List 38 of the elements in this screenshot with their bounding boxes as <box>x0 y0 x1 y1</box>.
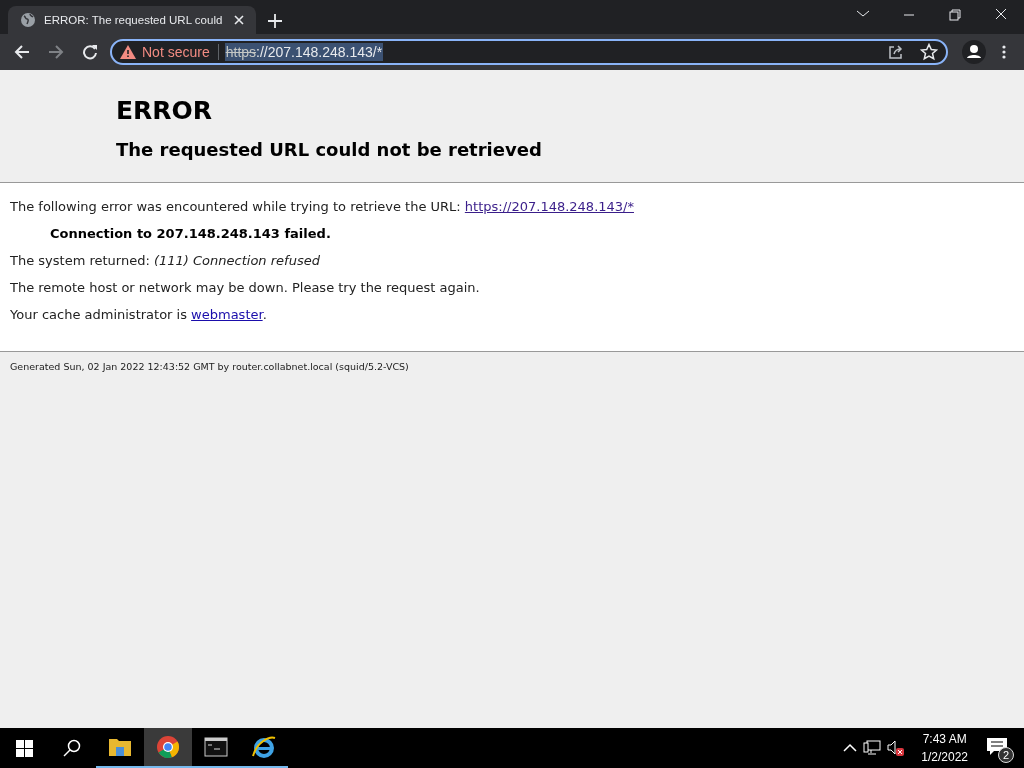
terminal-icon <box>204 737 228 757</box>
profile-icon[interactable] <box>962 40 986 64</box>
chrome-icon <box>156 735 180 759</box>
link[interactable]: https://207.148.248.143/* <box>464 199 634 214</box>
network-icon[interactable] <box>863 740 882 756</box>
text-paragraph: The system returned: (111) Connection refused <box>10 253 321 269</box>
clock-time[interactable]: 7:43 AM <box>922 730 967 748</box>
reload-icon <box>82 44 98 60</box>
notification-button[interactable]: 2 <box>984 733 1014 763</box>
share-icon[interactable] <box>888 44 904 60</box>
error-subtitle: The requested URL could not be retrieved <box>116 139 543 160</box>
browser-tab[interactable]: ERROR: The requested URL could <box>8 6 256 34</box>
forward-arrow-icon <box>48 44 64 60</box>
new-tab-icon[interactable] <box>268 14 282 28</box>
address-field[interactable]: https://207.148.248.143/* <box>224 43 384 61</box>
taskbar-app-button[interactable] <box>144 728 192 768</box>
back-arrow-icon <box>14 44 30 60</box>
text-paragraph: Your cache administrator is webmaster. <box>10 307 268 323</box>
tab-title: ERROR: The requested URL could <box>44 14 224 26</box>
search-icon <box>63 739 81 757</box>
link[interactable]: webmaster <box>191 307 263 322</box>
security-indicator[interactable]: Not secure <box>120 44 219 60</box>
muted-speaker-icon[interactable] <box>887 739 906 757</box>
close-icon[interactable] <box>234 15 244 25</box>
text-paragraph: The following error was encountered while trying to retrieve the URL: https://207.148.248.143/* <box>10 199 635 215</box>
star-icon[interactable] <box>920 43 938 61</box>
error-message: Connection to 207.148.248.143 failed. <box>49 226 332 242</box>
text-paragraph: The remote host or network may be down. Please try the request again. <box>10 280 481 296</box>
warning-icon <box>120 45 136 59</box>
clock-date[interactable]: 1/2/2022 <box>921 748 968 766</box>
error-title: ERROR <box>116 96 214 125</box>
notification-count: 2 <box>998 747 1014 763</box>
footer-text: Generated Sun, 02 Jan 2022 12:43:52 GMT by router.collabnet.local (squid/5.2-VCS) <box>9 360 410 374</box>
chevron-up-icon[interactable] <box>843 743 858 753</box>
globe-icon <box>20 12 36 28</box>
folder-icon <box>108 737 132 757</box>
e-logo-icon <box>251 734 277 760</box>
windows-logo-icon <box>15 739 33 757</box>
